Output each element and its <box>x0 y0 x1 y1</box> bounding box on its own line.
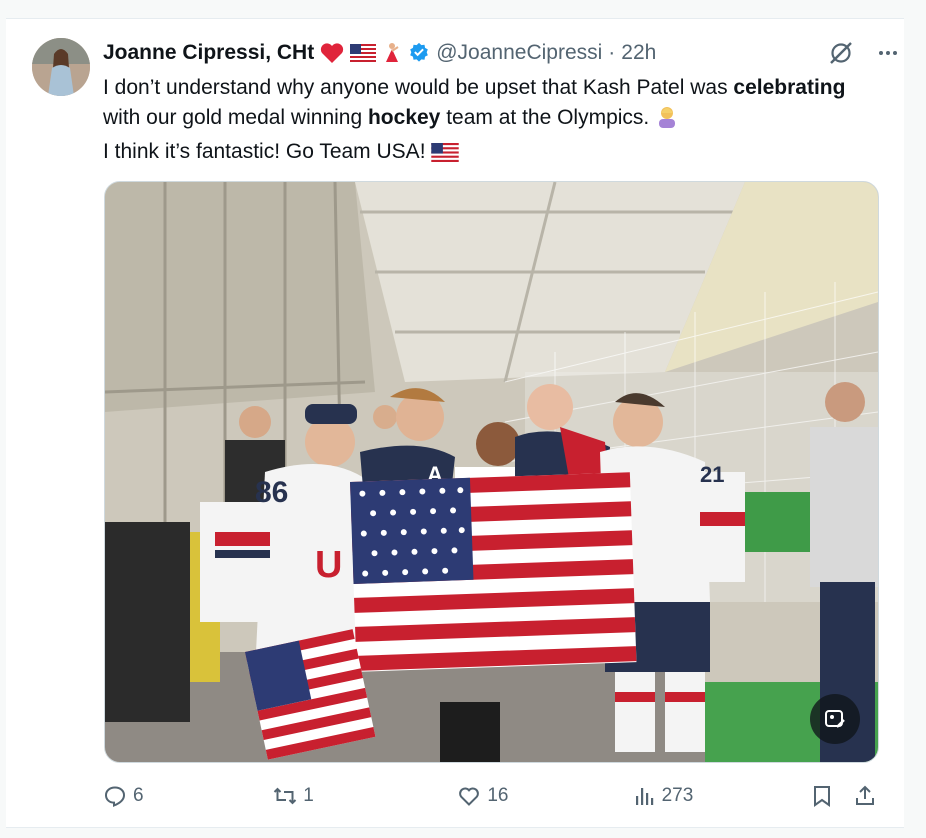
avatar[interactable] <box>32 38 90 96</box>
reply-button[interactable]: 6 <box>103 784 273 808</box>
repost-icon <box>273 784 297 808</box>
time-separator: · <box>608 41 616 64</box>
like-icon <box>457 784 481 808</box>
share-button[interactable] <box>853 784 883 808</box>
verified-icon[interactable] <box>408 42 430 64</box>
share-icon <box>853 784 877 808</box>
text-bold-segment: celebrating <box>733 76 846 99</box>
post-header: Joanne Cipressi, CHt @JoanneCipressi · 2… <box>103 38 866 68</box>
svg-text:U: U <box>315 544 342 586</box>
text-segment: with our gold medal winning <box>103 106 368 129</box>
text-bold-segment: hockey <box>367 106 441 129</box>
post-actions: 6 1 16 273 <box>103 780 883 812</box>
text-segment: I don’t understand why anyone would be u… <box>103 76 734 99</box>
reply-icon <box>103 784 127 808</box>
person-shrugging-emoji-icon <box>655 104 679 137</box>
post-top-actions <box>828 40 900 66</box>
dancer-emoji-icon <box>382 42 402 64</box>
more-icon[interactable] <box>876 41 900 65</box>
repost-button[interactable]: 1 <box>273 784 457 808</box>
text-segment: team at the Olympics. <box>440 106 656 129</box>
reply-count: 6 <box>133 785 144 806</box>
text-segment: I think it’s fantastic! Go Team USA! <box>103 140 432 163</box>
like-count: 16 <box>487 785 509 806</box>
post-text: I don’t understand why anyone would be u… <box>103 73 873 171</box>
bookmark-icon <box>810 784 834 808</box>
grok-icon[interactable] <box>828 40 854 66</box>
edit-image-button[interactable] <box>810 694 860 744</box>
views-count: 273 <box>661 785 694 806</box>
jersey-number: 86 <box>255 476 288 509</box>
post-time[interactable]: 22h <box>621 41 656 65</box>
heart-emoji-icon <box>320 42 344 64</box>
jersey-number: 21 <box>700 462 724 487</box>
bookmark-button[interactable] <box>810 784 854 808</box>
like-button[interactable]: 16 <box>457 784 631 808</box>
author-handle[interactable]: @JoanneCipressi <box>436 41 602 65</box>
views-button[interactable]: 273 <box>632 784 810 808</box>
views-icon <box>632 784 656 808</box>
us-flag-emoji-icon <box>350 44 377 62</box>
post-image[interactable]: 86 U A 21 <box>104 181 879 763</box>
author-name[interactable]: Joanne Cipressi, CHt <box>103 41 314 65</box>
edit-image-icon <box>823 707 847 731</box>
repost-count: 1 <box>303 785 314 806</box>
us-flag-emoji-icon <box>431 141 460 171</box>
